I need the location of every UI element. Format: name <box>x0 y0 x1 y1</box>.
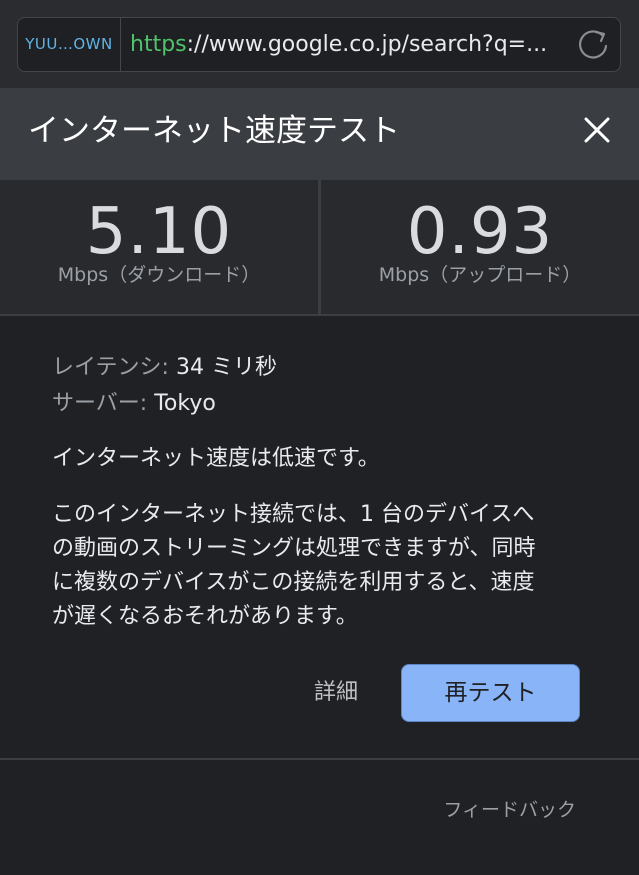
download-result: 5.10 Mbps（ダウンロード） <box>0 180 318 314</box>
download-speed-unit: Mbps（ダウンロード） <box>57 264 261 286</box>
speed-description: このインターネット接続では、1 台のデバイスへ の動画のストリーミングは処理でき… <box>52 498 592 634</box>
upload-speed-value: 0.93 <box>406 195 554 269</box>
download-speed-value: 5.10 <box>85 195 233 269</box>
upload-result: 0.93 Mbps（アップロード） <box>321 180 639 314</box>
speedtest-header: インターネット速度テスト <box>0 88 639 180</box>
connection-info: レイテンシ: 34 ミリ秒 サーバー: Tokyo <box>52 350 277 422</box>
footer-divider <box>0 758 639 760</box>
feedback-link[interactable]: フィードバック <box>443 795 576 822</box>
speed-summary: インターネット速度は低速です。 <box>52 446 380 471</box>
description-line: に複数のデバイスがこの接続を利用すると、速度 <box>52 570 535 595</box>
description-line: が遅くなるおそれがあります。 <box>52 604 358 629</box>
speed-results: 5.10 Mbps（ダウンロード） 0.93 Mbps（アップロード） <box>0 180 639 316</box>
latency-label: レイテンシ: <box>52 355 169 380</box>
upload-speed-unit: Mbps（アップロード） <box>378 264 582 286</box>
site-tag[interactable]: YUU…OWN <box>18 18 121 71</box>
panel-title: インターネット速度テスト <box>28 113 400 149</box>
description-line: の動画のストリーミングは処理できますが、同時 <box>52 536 536 561</box>
details-button[interactable]: 詳細 <box>300 664 372 722</box>
reload-icon[interactable] <box>574 26 612 64</box>
server-value: Tokyo <box>154 391 216 416</box>
server-label: サーバー: <box>52 391 148 416</box>
latency-value: 34 ミリ秒 <box>175 355 277 380</box>
retest-button[interactable]: 再テスト <box>401 664 580 722</box>
browser-toolbar: YUU…OWN https://www.google.co.jp/search?… <box>0 0 639 88</box>
address-bar[interactable]: YUU…OWN https://www.google.co.jp/search?… <box>17 17 621 72</box>
url-text[interactable]: https://www.google.co.jp/search?q=... <box>130 18 560 71</box>
close-icon[interactable] <box>577 110 617 150</box>
server-row: サーバー: Tokyo <box>52 386 277 422</box>
description-line: このインターネット接続では、1 台のデバイスへ <box>52 502 535 527</box>
url-rest: ://www.google.co.jp/search?q=... <box>186 32 548 57</box>
latency-row: レイテンシ: 34 ミリ秒 <box>52 350 277 386</box>
url-scheme: https <box>130 32 187 57</box>
